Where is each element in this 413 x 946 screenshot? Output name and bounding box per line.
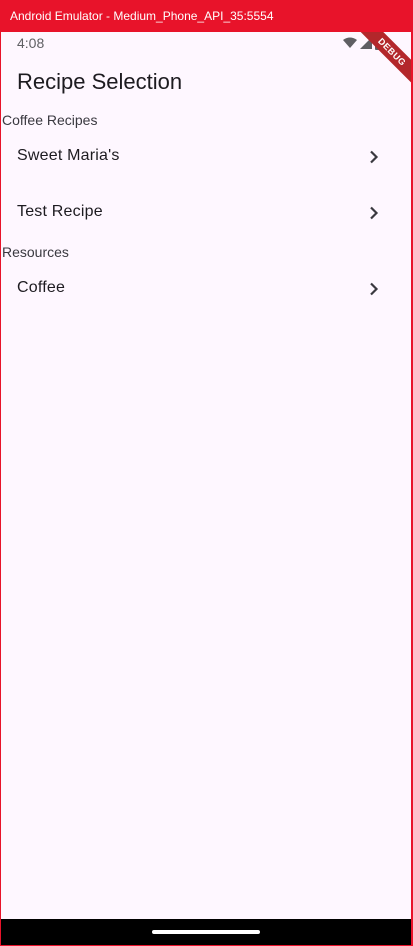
emulator-window: Android Emulator - Medium_Phone_API_35:5… <box>0 0 413 946</box>
section-header-coffee-recipes: Coffee Recipes <box>2 112 98 128</box>
list-item-label: Test Recipe <box>17 203 103 220</box>
device-screen: 4:08 DEBUG Recipe Selection Coffee Recip… <box>1 32 411 919</box>
list-item-sweet-marias[interactable]: Sweet Maria's <box>1 130 411 186</box>
chevron-right-icon <box>367 282 381 296</box>
list-item-test-recipe[interactable]: Test Recipe <box>1 186 411 242</box>
section-header-resources: Resources <box>2 244 69 260</box>
status-time: 4:08 <box>17 35 45 51</box>
list-item-label: Sweet Maria's <box>17 147 120 164</box>
list-item-label: Coffee <box>17 279 66 296</box>
window-title: Android Emulator - Medium_Phone_API_35:5… <box>0 0 413 32</box>
navigation-bar <box>1 919 411 945</box>
page-title: Recipe Selection <box>17 69 183 94</box>
chevron-right-icon <box>367 206 381 220</box>
home-gesture-handle[interactable] <box>152 930 260 934</box>
chevron-right-icon <box>367 150 381 164</box>
list-item-coffee[interactable]: Coffee <box>1 262 411 318</box>
wifi-icon <box>343 37 357 49</box>
status-bar: 4:08 DEBUG <box>1 32 411 90</box>
